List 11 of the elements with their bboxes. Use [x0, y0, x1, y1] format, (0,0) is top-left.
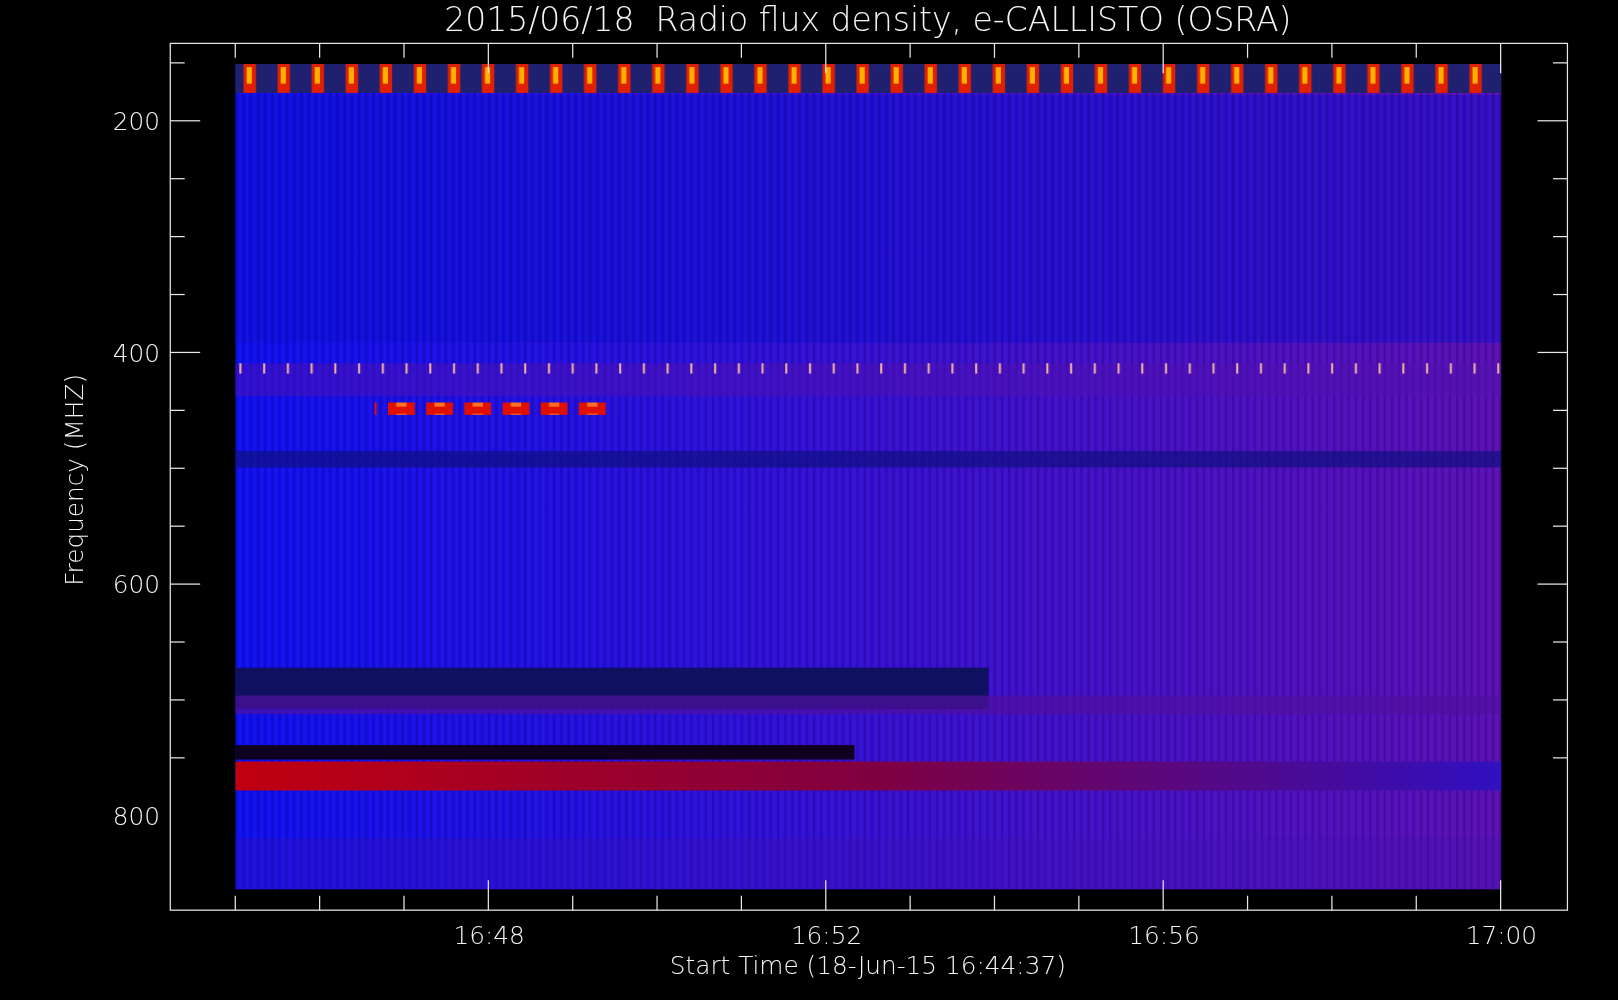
tick-label: 800 [112, 802, 160, 832]
tick-label: 400 [112, 338, 160, 368]
tick-label: 17:00 [1465, 921, 1538, 951]
chart-title: 2015/06/18 Radio flux density, e-CALLISTO (OSRA) [444, 0, 1292, 39]
tick-label: 16:48 [453, 921, 525, 951]
tick-label: 200 [112, 107, 160, 137]
axis-label: Start Time (18-Jun-15 16:44:37) [669, 951, 1066, 981]
axis-label: Frequency (MHZ) [59, 373, 89, 586]
tick-label: 600 [112, 570, 160, 600]
tick-label: 16:52 [790, 921, 863, 951]
tick-label: 16:56 [1128, 921, 1200, 951]
